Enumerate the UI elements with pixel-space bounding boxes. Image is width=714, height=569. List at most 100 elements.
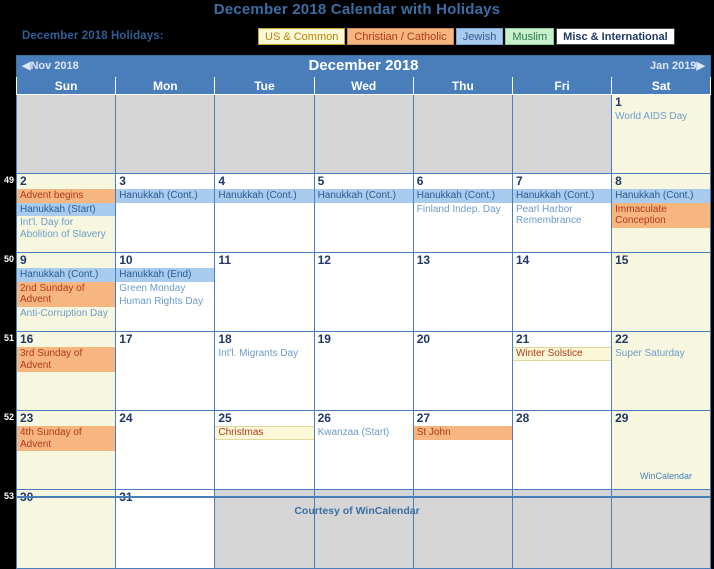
calendar-cell-day[interactable]: 30 — [15, 489, 117, 569]
calendar-cell-day[interactable]: 14 — [511, 252, 613, 332]
calendar-cell-day[interactable]: 12 — [313, 252, 414, 332]
next-month-link[interactable]: Jan 2019▶ — [650, 59, 705, 72]
calendar-cell-day[interactable]: 1 World AIDS Day — [611, 94, 712, 174]
calendar-cell-day[interactable]: 21 Winter Solstice — [511, 331, 613, 411]
holiday-event[interactable]: Immaculate Conception — [612, 202, 710, 228]
day-number: 27 — [416, 411, 431, 425]
calendar-week-row: 23 4th Sunday of Advent 24 25 Christmas 26 Kwa… — [15, 410, 712, 490]
holiday-event[interactable]: Kwanzaa (Start) — [315, 426, 412, 440]
calendar-cell-day[interactable]: 13 — [412, 252, 513, 332]
calendar-cell-day[interactable]: 10 Hanukkah (End) Green Monday Human Rights… — [115, 252, 216, 332]
calendar-cell-day[interactable]: 31 — [115, 489, 216, 569]
day-number: 25 — [218, 411, 232, 425]
holiday-event[interactable]: Int'l. Day for Abolition of Slavery — [18, 216, 115, 241]
calendar-week-row: 1 World AIDS Day — [15, 94, 712, 174]
calendar-cell-empty — [611, 489, 712, 569]
holiday-event[interactable]: Int'l. Migrants Day — [216, 347, 313, 361]
legend-chip-list: US & Common Christian / Catholic Jewish … — [258, 28, 677, 45]
holiday-event[interactable]: Advent begins — [17, 189, 115, 203]
holiday-event[interactable]: 3rd Sunday of Advent — [17, 347, 115, 372]
calendar-cell-day[interactable]: 3 Hanukkah (Cont.) — [115, 173, 216, 253]
legend-label: December 2018 Holidays: — [22, 30, 164, 42]
holiday-event[interactable]: Finland Indep. Day — [414, 203, 511, 217]
holiday-legend: December 2018 Holidays: US & Common Chri… — [0, 28, 714, 50]
day-number: 7 — [515, 174, 523, 188]
calendar-cell-empty — [313, 489, 414, 569]
calendar-cell-empty — [313, 94, 414, 174]
legend-chip-muslim[interactable]: Muslim — [505, 28, 555, 45]
wincalendar-brand: WinCalendar — [639, 471, 692, 481]
holiday-event[interactable]: Hanukkah (End) — [116, 268, 214, 282]
holiday-event[interactable]: World AIDS Day — [613, 110, 710, 124]
calendar-cell-day[interactable]: 11 — [214, 252, 315, 332]
calendar-cell-day[interactable]: 27 St John — [412, 410, 513, 490]
calendar-week-row: 9 Hanukkah (Cont.) 2nd Sunday of Advent Ant… — [15, 252, 712, 332]
calendar-cell-day[interactable]: 5 Hanukkah (Cont.) — [313, 173, 414, 253]
holiday-event[interactable]: Hanukkah (Cont.) — [315, 189, 413, 203]
holiday-event[interactable]: Anti-Corruption Day — [18, 307, 115, 321]
holiday-event[interactable]: Winter Solstice — [513, 347, 611, 361]
calendar-cell-day[interactable]: 19 — [313, 331, 414, 411]
holiday-event[interactable]: Pearl Harbor Remembrance — [513, 203, 610, 228]
day-number: 29 — [615, 411, 629, 425]
holiday-event[interactable]: 2nd Sunday of Advent — [17, 281, 115, 307]
day-number: 20 — [416, 332, 431, 346]
day-number: 22 — [615, 332, 629, 346]
week-number: 52 — [3, 411, 14, 422]
calendar-cell-day[interactable]: 23 4th Sunday of Advent — [15, 410, 117, 490]
dow-header-wed: Wed — [313, 77, 414, 95]
holiday-event[interactable]: Green Monday — [117, 282, 214, 296]
day-number: 12 — [317, 253, 331, 267]
calendar-cell-day[interactable]: 4 Hanukkah (Cont.) — [214, 173, 315, 253]
day-number: 18 — [218, 332, 232, 346]
holiday-event[interactable]: Human Rights Day — [117, 295, 214, 309]
calendar-cell-empty — [115, 94, 216, 174]
day-number: 2 — [20, 174, 27, 188]
calendar-cell-empty — [214, 489, 315, 569]
week-number-gutter: 49 50 51 52 53 — [0, 55, 16, 501]
dow-header-tue: Tue — [214, 77, 315, 95]
holiday-event[interactable]: Hanukkah (Cont.) — [116, 189, 214, 203]
calendar-cell-day[interactable]: 16 3rd Sunday of Advent — [15, 331, 117, 411]
legend-chip-us-common[interactable]: US & Common — [258, 28, 346, 45]
calendar-cell-day[interactable]: 17 — [115, 331, 216, 411]
day-of-week-header-row: Sun Mon Tue Wed Thu Fri Sat — [15, 77, 712, 95]
calendar-cell-day[interactable]: 20 — [412, 331, 513, 411]
day-number: 21 — [515, 332, 530, 346]
calendar-cell-day[interactable]: 6 Hanukkah (Cont.) Finland Indep. Day — [412, 173, 513, 253]
holiday-event[interactable]: Hanukkah (Cont.) — [612, 189, 710, 203]
holiday-event[interactable]: Hanukkah (Cont.) — [414, 189, 512, 203]
legend-chip-christian-catholic[interactable]: Christian / Catholic — [347, 28, 454, 45]
day-number: 26 — [317, 411, 331, 425]
calendar-cell-day[interactable]: 24 — [115, 410, 216, 490]
day-number: 5 — [317, 174, 325, 188]
dow-header-thu: Thu — [412, 77, 513, 95]
calendar-cell-day[interactable]: 28 — [511, 410, 613, 490]
calendar-week-row: 16 3rd Sunday of Advent 17 18 Int'l. Migrant… — [15, 331, 712, 411]
calendar-cell-day[interactable]: 25 Christmas — [214, 410, 315, 490]
holiday-event[interactable]: Super Saturday — [613, 347, 710, 361]
holiday-event[interactable]: 4th Sunday of Advent — [17, 426, 115, 451]
calendar-cell-day[interactable]: 26 Kwanzaa (Start) — [313, 410, 414, 490]
calendar-cell-day[interactable]: 9 Hanukkah (Cont.) 2nd Sunday of Advent Ant… — [15, 252, 117, 332]
holiday-event[interactable]: St John — [414, 426, 512, 440]
calendar-week-row: 3031 — [15, 489, 712, 569]
day-number: 6 — [416, 174, 424, 188]
holiday-event[interactable]: Hanukkah (Cont.) — [17, 268, 115, 282]
calendar-cell-day[interactable]: 22 Super Saturday — [611, 331, 712, 411]
calendar-cell-empty — [412, 94, 513, 174]
legend-chip-jewish[interactable]: Jewish — [455, 28, 504, 45]
holiday-event[interactable]: Hanukkah (Cont.) — [215, 189, 314, 203]
week-number: 53 — [3, 490, 14, 501]
calendar-cell-day[interactable]: 8 Hanukkah (Cont.) Immaculate Conception — [611, 173, 712, 253]
calendar-cell-day[interactable]: 15 — [611, 252, 712, 332]
holiday-event[interactable]: Hanukkah (Start) — [17, 202, 115, 216]
calendar-cell-day[interactable]: 2 Advent begins Hanukkah (Start) Int'l. Day… — [15, 173, 117, 253]
calendar-cell-day[interactable]: 7 Hanukkah (Cont.) Pearl Harbor Remembranc… — [511, 173, 613, 253]
calendar-cell-day[interactable]: 18 Int'l. Migrants Day — [214, 331, 315, 411]
holiday-event[interactable]: Christmas — [215, 426, 314, 440]
day-number: 24 — [119, 411, 133, 425]
legend-chip-misc-international[interactable]: Misc & International — [556, 28, 675, 45]
day-number: 16 — [20, 332, 34, 346]
holiday-event[interactable]: Hanukkah (Cont.) — [513, 189, 611, 203]
